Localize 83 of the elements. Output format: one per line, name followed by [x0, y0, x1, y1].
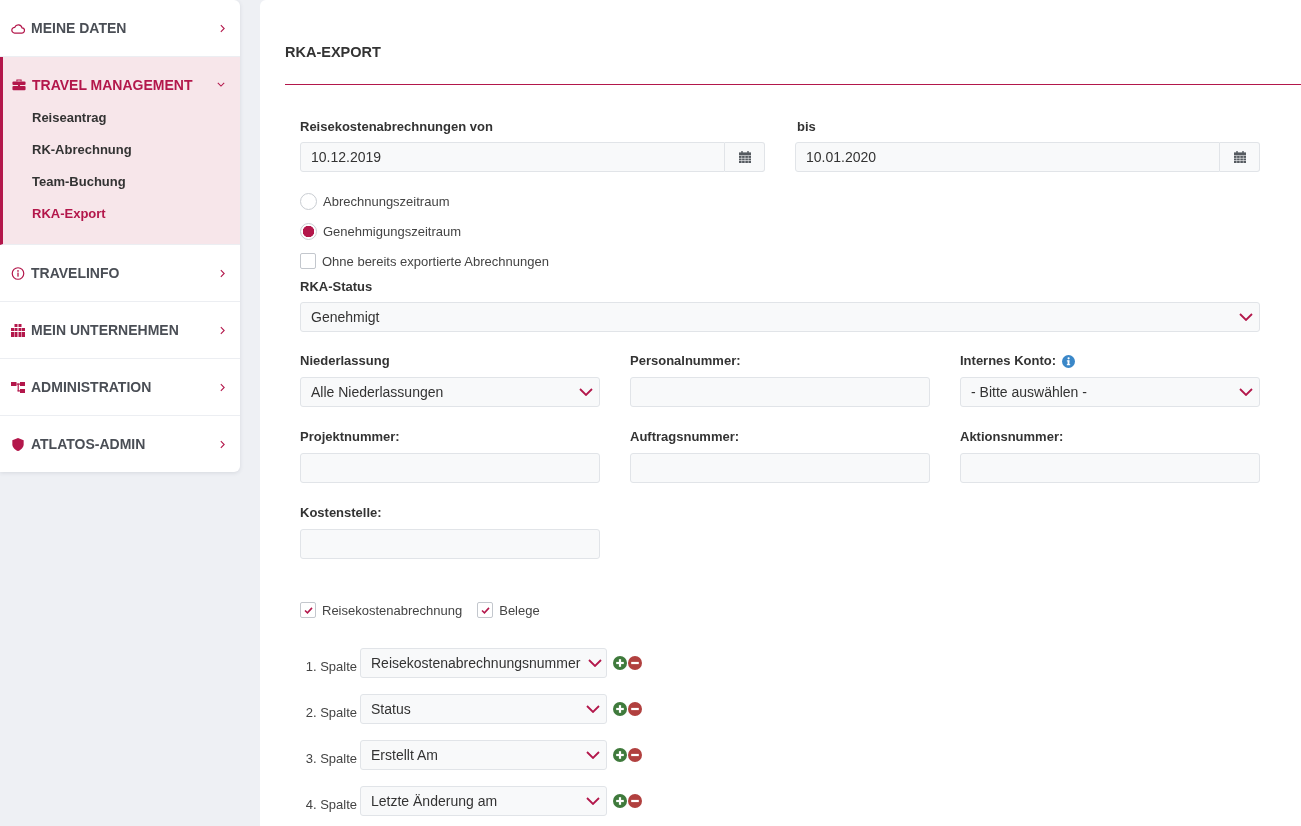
hierarchy-icon: [11, 380, 25, 394]
checkbox[interactable]: [477, 602, 494, 618]
calendar-icon: [1233, 151, 1246, 163]
field-label: Auftragsnummer:: [630, 428, 740, 446]
radio-button[interactable]: [300, 222, 317, 240]
submenu-item[interactable]: Team-Buchung: [3, 166, 240, 198]
minus-icon[interactable]: [628, 656, 642, 670]
input-field[interactable]: [300, 529, 600, 559]
field-label: Internes Konto:: [960, 352, 1057, 370]
input-field[interactable]: [630, 453, 930, 483]
chevron-right-icon: [220, 382, 225, 392]
checkbox[interactable]: [300, 602, 316, 618]
minus-icon[interactable]: [628, 748, 642, 762]
chevron-down-icon: [588, 659, 603, 667]
menu-item[interactable]: ADMINISTRATION: [0, 359, 240, 415]
radio-label: Abrechnungszeitraum: [323, 193, 450, 209]
date-field[interactable]: 10.01.2020: [795, 142, 1220, 172]
date-field[interactable]: 10.12.2019: [300, 142, 725, 172]
menu-item[interactable]: TRAVEL MANAGEMENT: [3, 57, 240, 102]
chevron-down-icon: [586, 705, 600, 713]
chevron-down-icon: [579, 388, 593, 396]
chevron-right-icon: [220, 325, 225, 335]
column-label: 1. Spalte: [304, 658, 357, 674]
select-field[interactable]: Status: [360, 694, 607, 724]
calendar-button[interactable]: [1220, 142, 1260, 172]
chevron-down-icon: [217, 82, 225, 87]
select-field[interactable]: Genehmigt: [300, 302, 1260, 332]
chevron-down-icon: [1239, 313, 1253, 321]
radio-label: Genehmigungszeitraum: [323, 223, 462, 239]
input-field[interactable]: [300, 453, 600, 483]
submenu-item[interactable]: RKA-Export: [3, 198, 240, 230]
checkmark-icon: [480, 606, 490, 614]
select-field[interactable]: Letzte Änderung am: [360, 786, 607, 816]
menu-item[interactable]: ATLATOS-ADMIN: [0, 416, 240, 472]
chevron-right-icon: [220, 268, 225, 278]
menu-item[interactable]: MEIN UNTERNEHMEN: [0, 302, 240, 358]
select-field[interactable]: Alle Niederlassungen: [300, 377, 600, 407]
chevron-down-icon: [586, 751, 600, 759]
building-icon: [11, 323, 25, 337]
cloud-icon: [11, 21, 25, 35]
select-field[interactable]: Reisekostenabrechnungsnummer: [360, 648, 607, 678]
plus-icon[interactable]: [613, 702, 627, 716]
info-icon[interactable]: [1062, 354, 1076, 368]
field-label: Reisekostenabrechnungen von: [300, 118, 493, 136]
radio-button[interactable]: [300, 192, 317, 210]
shield-icon: [11, 437, 25, 451]
page-title: RKA-EXPORT: [285, 44, 381, 60]
field-label: RKA-Status: [300, 278, 373, 296]
minus-icon[interactable]: [628, 794, 642, 808]
plus-icon[interactable]: [613, 794, 627, 808]
chevron-right-icon: [220, 23, 225, 33]
calendar-icon: [738, 151, 751, 163]
plus-icon[interactable]: [613, 748, 627, 762]
select-field[interactable]: - Bitte auswählen -: [960, 377, 1260, 407]
chevron-right-icon: [220, 439, 225, 449]
calendar-button[interactable]: [725, 142, 765, 172]
checkbox-label: Ohne bereits exportierte Abrechnungen: [322, 253, 549, 269]
menu-item[interactable]: TRAVELINFO: [0, 245, 240, 301]
submenu-item[interactable]: Reiseantrag: [3, 102, 240, 134]
column-label: 2. Spalte: [304, 704, 357, 720]
input-field[interactable]: [630, 377, 930, 407]
column-label: 4. Spalte: [304, 796, 357, 812]
field-label: Personalnummer:: [630, 352, 741, 370]
checkbox-label: Reisekostenabrechnung: [322, 602, 463, 618]
briefcase-icon: [12, 78, 26, 91]
chevron-down-icon: [586, 797, 600, 805]
checkbox-label: Belege: [499, 602, 540, 618]
field-label: bis: [797, 118, 816, 136]
plus-icon[interactable]: [613, 656, 627, 670]
field-label: Aktionsnummer:: [960, 428, 1064, 446]
minus-icon[interactable]: [628, 702, 642, 716]
checkmark-icon: [303, 606, 313, 614]
input-field[interactable]: [960, 453, 1260, 483]
info-icon: [11, 266, 25, 280]
submenu-item[interactable]: RK-Abrechnung: [3, 134, 240, 166]
chevron-down-icon: [1239, 388, 1253, 396]
select-field[interactable]: Erstellt Am: [360, 740, 607, 770]
field-label: Niederlassung: [300, 352, 390, 370]
menu-item[interactable]: MEINE DATEN: [0, 0, 240, 56]
column-label: 3. Spalte: [304, 750, 357, 766]
field-label: Projektnummer:: [300, 428, 400, 446]
field-label: Kostenstelle:: [300, 504, 382, 522]
checkbox[interactable]: [300, 253, 316, 269]
